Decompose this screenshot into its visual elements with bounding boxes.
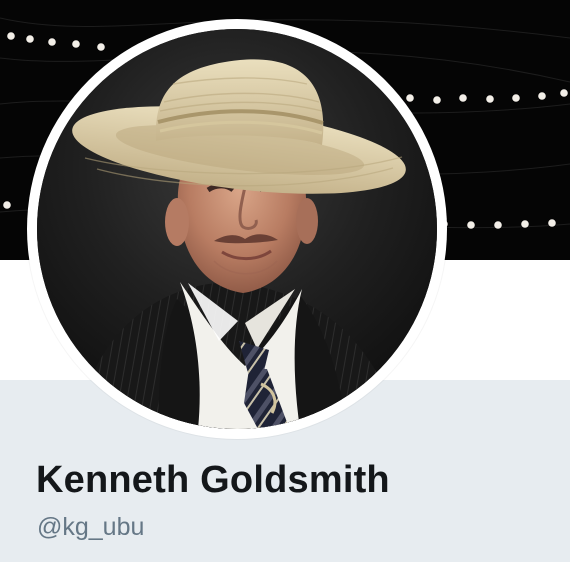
- profile-handle[interactable]: @kg_ubu: [37, 512, 144, 542]
- profile-display-name[interactable]: Kenneth Goldsmith: [36, 458, 390, 502]
- avatar-photo: [37, 29, 437, 429]
- profile-avatar[interactable]: [27, 19, 447, 439]
- profile-card: Kenneth Goldsmith @kg_ubu: [0, 0, 570, 562]
- man-in-straw-hat-avatar-icon: [37, 29, 437, 429]
